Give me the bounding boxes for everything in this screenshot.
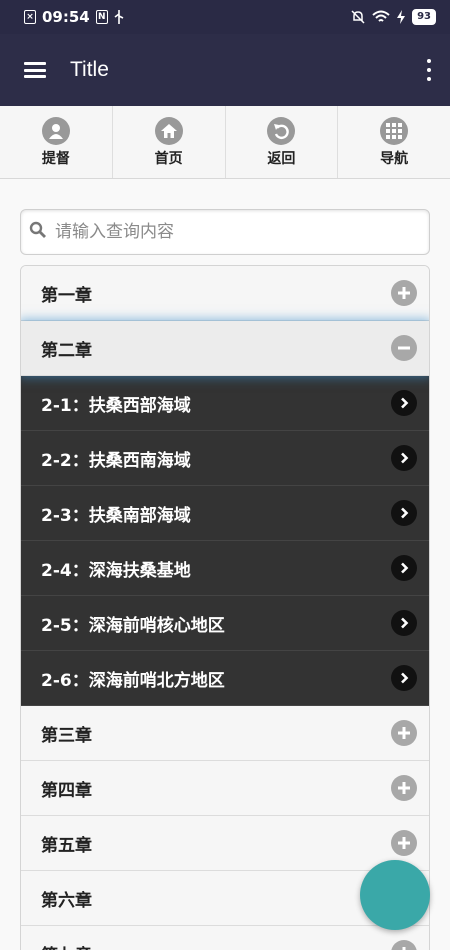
user-icon <box>41 116 70 145</box>
level-row[interactable]: 2-3：扶桑南部海域 <box>21 486 429 541</box>
level-row[interactable]: 2-4：深海扶桑基地 <box>21 541 429 596</box>
chapter-row[interactable]: 第一章 <box>21 266 429 321</box>
nav-home-button[interactable]: 首页 <box>113 106 226 178</box>
expand-plus-icon <box>391 775 417 801</box>
level-label: 2-2：扶桑西南海域 <box>41 450 191 471</box>
expand-plus-icon <box>391 830 417 856</box>
grid-icon <box>380 116 409 145</box>
main-content: 第一章 第二章 2-1：扶桑西部海域 2-2：扶桑西南海域 2-3：扶桑南部海域 <box>0 179 450 950</box>
charging-icon <box>397 10 406 24</box>
chapter-row[interactable]: 第七章 <box>21 926 429 950</box>
chapter-label: 第七章 <box>41 941 92 950</box>
level-label: 2-5：深海前哨核心地区 <box>41 615 225 636</box>
collapse-minus-icon <box>391 335 417 361</box>
level-label: 2-4：深海扶桑基地 <box>41 560 191 581</box>
usb-icon <box>114 10 124 24</box>
search-input[interactable] <box>55 222 429 242</box>
level-row[interactable]: 2-5：深海前哨核心地区 <box>21 596 429 651</box>
chevron-right-icon <box>391 665 417 691</box>
nav-back-button[interactable]: 返回 <box>226 106 339 178</box>
level-label: 2-1：扶桑西部海域 <box>41 395 191 416</box>
menu-icon[interactable] <box>24 62 46 78</box>
floating-action-button[interactable] <box>360 860 430 930</box>
level-row[interactable]: 2-6：深海前哨北方地区 <box>21 651 429 706</box>
chapter-row[interactable]: 第三章 <box>21 706 429 761</box>
nav-label: 提督 <box>41 150 70 167</box>
app-bar: Title <box>0 34 450 106</box>
chapter-label: 第五章 <box>41 835 92 856</box>
nav-navigation-button[interactable]: 导航 <box>338 106 450 178</box>
chapter-list: 第一章 第二章 2-1：扶桑西部海域 2-2：扶桑西南海域 2-3：扶桑南部海域 <box>20 265 430 950</box>
level-row[interactable]: 2-2：扶桑西南海域 <box>21 431 429 486</box>
status-bar: × 09:54 N 93 <box>0 0 450 34</box>
more-options-icon[interactable] <box>426 59 432 81</box>
nav-label: 返回 <box>267 150 296 167</box>
chapter-label: 第二章 <box>41 340 92 361</box>
expand-plus-icon <box>391 720 417 746</box>
level-row[interactable]: 2-1：扶桑西部海域 <box>21 376 429 431</box>
sim-icon: × <box>24 10 36 24</box>
chevron-right-icon <box>391 390 417 416</box>
chapter-label: 第三章 <box>41 725 92 746</box>
nav-label: 首页 <box>154 150 183 167</box>
chapter-label: 第一章 <box>41 285 92 306</box>
page-title: Title <box>70 58 109 81</box>
search-box <box>20 209 430 255</box>
expand-plus-icon <box>391 280 417 306</box>
wifi-icon <box>372 10 390 24</box>
expand-plus-icon <box>391 940 417 950</box>
chapter-row-expanded[interactable]: 第二章 <box>21 321 429 376</box>
nfc-icon: N <box>95 10 108 24</box>
back-icon <box>267 116 296 145</box>
chevron-right-icon <box>391 555 417 581</box>
chapter-label: 第四章 <box>41 780 92 801</box>
status-time: 09:54 <box>42 8 90 26</box>
chapter-row[interactable]: 第五章 <box>21 816 429 871</box>
chevron-right-icon <box>391 610 417 636</box>
mute-icon <box>351 10 365 24</box>
nav-admiral-button[interactable]: 提督 <box>0 106 113 178</box>
search-icon <box>29 221 47 243</box>
chevron-right-icon <box>391 500 417 526</box>
chapter-label: 第六章 <box>41 890 92 911</box>
level-label: 2-6：深海前哨北方地区 <box>41 670 225 691</box>
chevron-right-icon <box>391 445 417 471</box>
level-label: 2-3：扶桑南部海域 <box>41 505 191 526</box>
nav-bar: 提督 首页 返回 导航 <box>0 106 450 179</box>
home-icon <box>154 116 183 145</box>
chapter-row[interactable]: 第四章 <box>21 761 429 816</box>
nav-label: 导航 <box>380 150 409 167</box>
battery-icon: 93 <box>412 9 436 25</box>
